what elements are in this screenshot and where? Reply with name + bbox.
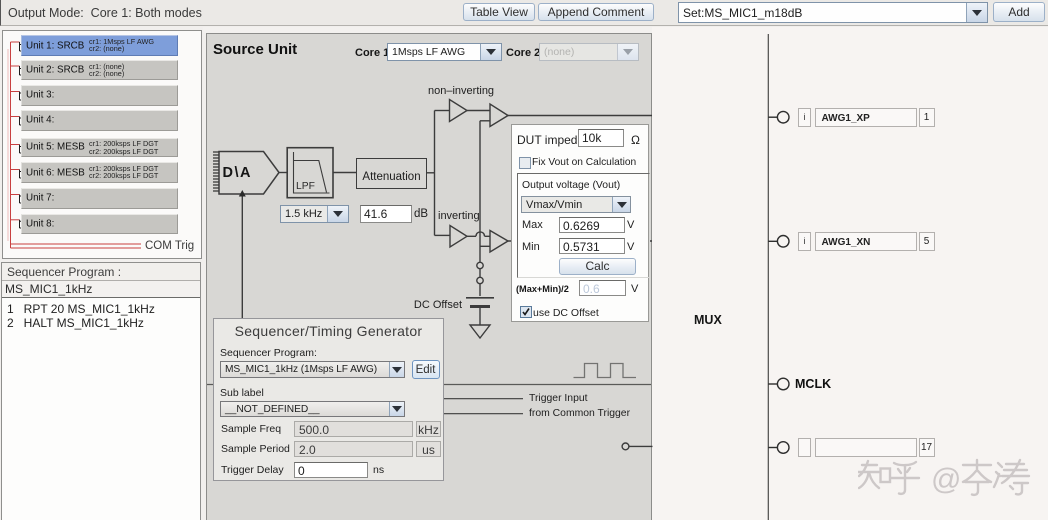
svg-text:@: @ (931, 463, 961, 496)
